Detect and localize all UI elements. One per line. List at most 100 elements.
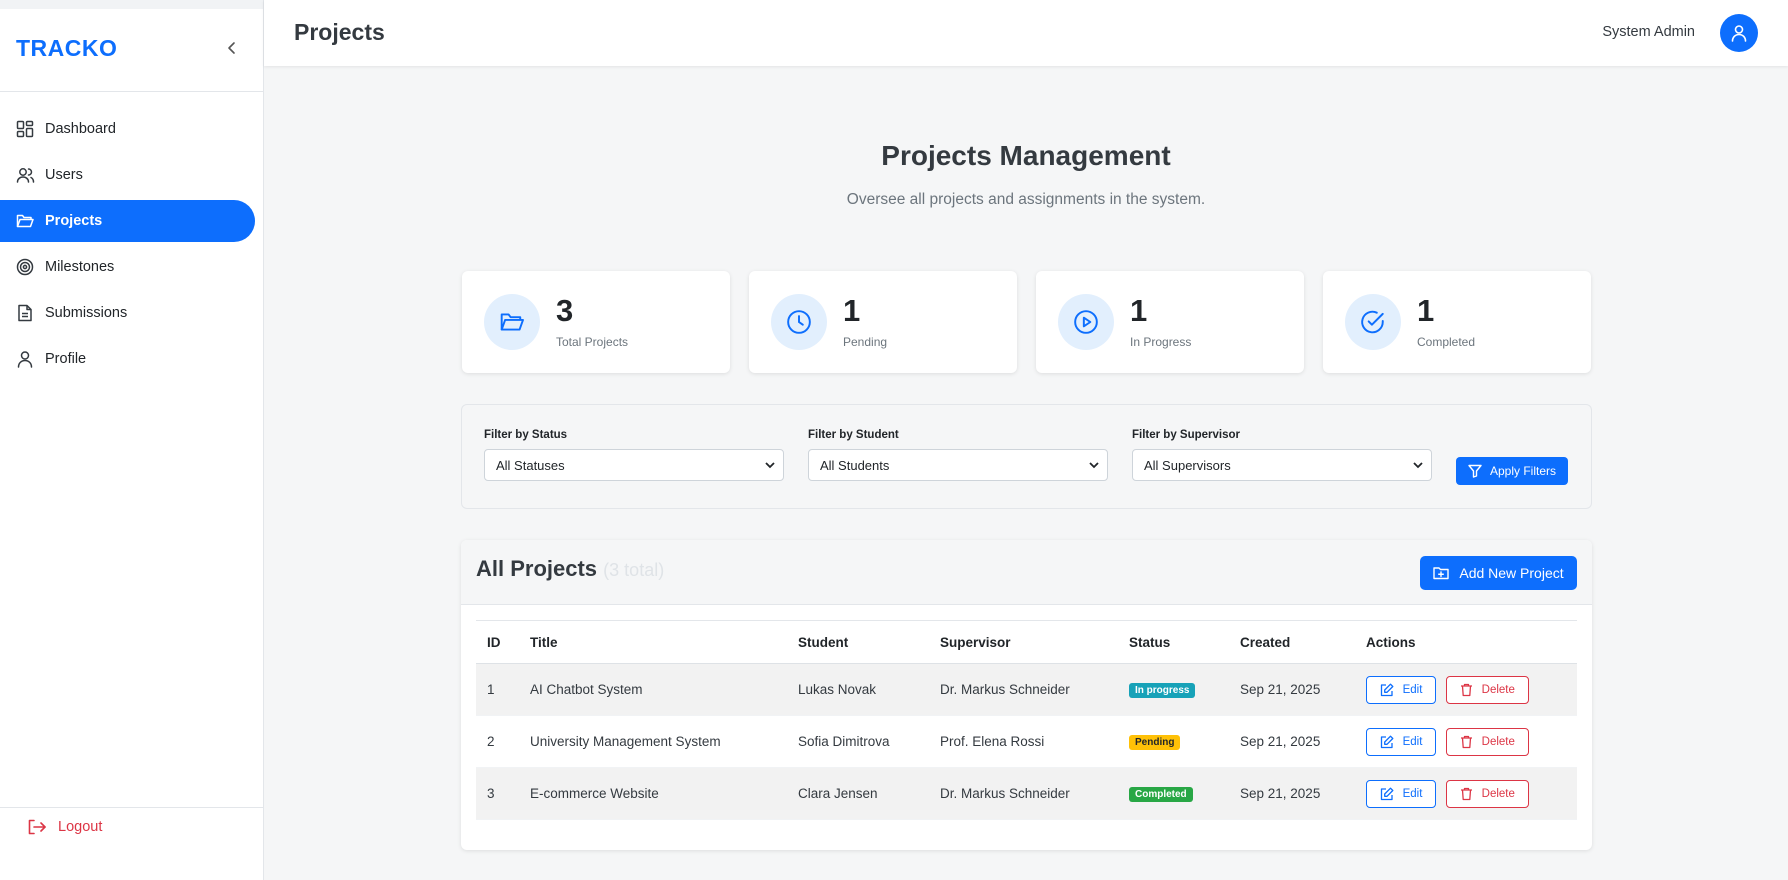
logout-button[interactable]: Logout	[28, 819, 102, 835]
edit-icon	[1380, 683, 1394, 697]
trash-icon	[1460, 683, 1473, 697]
sidebar-item-dashboard[interactable]: Dashboard	[0, 108, 255, 150]
edit-icon	[1380, 735, 1394, 749]
cell-actions: Edit Delete	[1355, 715, 1577, 768]
stat-label: Total Projects	[556, 335, 629, 349]
filter-supervisor-group: Filter by Supervisor All Supervisors	[1132, 429, 1432, 481]
file-icon	[15, 303, 35, 323]
dashboard-icon	[15, 119, 35, 139]
sidebar-top-strip	[0, 0, 263, 9]
table-row: 3 E-commerce Website Clara Jensen Dr. Ma…	[476, 767, 1577, 820]
trash-icon	[1460, 787, 1473, 801]
sidebar-item-projects[interactable]: Projects	[0, 200, 255, 242]
cell-actions: Edit Delete	[1355, 663, 1577, 716]
sidebar-item-milestones[interactable]: Milestones	[0, 246, 255, 288]
edit-label: Edit	[1402, 787, 1423, 800]
projects-table: ID Title Student Supervisor Status Creat…	[476, 620, 1577, 820]
avatar[interactable]	[1720, 14, 1758, 52]
filter-status-group: Filter by Status All Statuses	[484, 429, 784, 481]
stat-label: In Progress	[1130, 335, 1192, 349]
user-icon	[1731, 25, 1747, 42]
supervisor-select[interactable]: All Supervisors	[1132, 449, 1432, 481]
sidebar-item-users[interactable]: Users	[0, 154, 255, 196]
collapse-sidebar-button[interactable]	[222, 38, 242, 58]
users-icon	[15, 165, 35, 185]
chevron-left-icon	[228, 42, 235, 54]
column-header-actions: Actions	[1355, 620, 1577, 664]
status-badge: In progress	[1129, 683, 1196, 698]
sidebar-nav: Dashboard Users Projects Milestones Subm…	[0, 108, 263, 384]
filters-panel: Filter by Status All Statuses Filter by …	[461, 404, 1592, 509]
apply-filters-button[interactable]: Apply Filters	[1456, 457, 1568, 485]
add-new-project-label: Add New Project	[1459, 565, 1564, 581]
edit-label: Edit	[1402, 735, 1423, 748]
projects-count: (3 total)	[603, 560, 665, 580]
logout-icon	[28, 819, 46, 835]
cell-title: AI Chatbot System	[519, 663, 787, 716]
filter-student-group: Filter by Student All Students	[808, 429, 1108, 481]
apply-filters-label: Apply Filters	[1489, 464, 1557, 478]
column-header-title[interactable]: Title	[519, 620, 787, 664]
sidebar: TRACKO Dashboard Users Projects Mileston…	[0, 0, 264, 880]
student-select[interactable]: All Students	[808, 449, 1108, 481]
projects-title-text: All Projects	[476, 556, 598, 581]
folder-icon	[15, 211, 35, 231]
edit-icon	[1380, 787, 1394, 801]
table-row: 2 University Management System Sofia Dim…	[476, 715, 1577, 768]
status-badge: Pending	[1129, 735, 1181, 750]
add-new-project-button[interactable]: Add New Project	[1420, 556, 1577, 590]
stat-value: 1	[1417, 293, 1435, 328]
sidebar-item-label: Profile	[45, 351, 87, 367]
edit-button[interactable]: Edit	[1366, 727, 1436, 756]
cell-actions: Edit Delete	[1355, 767, 1577, 820]
edit-button[interactable]: Edit	[1366, 779, 1436, 808]
trash-icon	[1460, 735, 1473, 749]
cell-status: Pending	[1118, 715, 1229, 768]
filter-status-label: Filter by Status	[484, 429, 568, 441]
column-header-student[interactable]: Student	[787, 620, 929, 664]
delete-button[interactable]: Delete	[1445, 779, 1529, 808]
cell-student: Lukas Novak	[787, 663, 929, 716]
status-select-value: All Statuses	[496, 457, 565, 473]
user-icon	[15, 349, 35, 369]
sidebar-item-label: Projects	[45, 213, 103, 229]
delete-button[interactable]: Delete	[1445, 727, 1529, 756]
delete-button[interactable]: Delete	[1445, 675, 1529, 704]
projects-title: All Projects (3 total)	[476, 556, 664, 582]
status-select[interactable]: All Statuses	[484, 449, 784, 481]
folder-plus-icon	[1433, 566, 1450, 580]
filter-supervisor-label: Filter by Supervisor	[1132, 429, 1241, 441]
cell-id: 1	[476, 663, 519, 716]
sidebar-item-label: Submissions	[45, 305, 128, 321]
main-subheading: Oversee all projects and assignments in …	[846, 191, 1206, 208]
cell-created: Sep 21, 2025	[1229, 767, 1355, 820]
column-header-id[interactable]: ID	[476, 620, 519, 664]
check-circle-icon	[1345, 294, 1401, 350]
column-header-status[interactable]: Status	[1118, 620, 1229, 664]
edit-button[interactable]: Edit	[1366, 675, 1436, 704]
divider	[0, 807, 263, 808]
student-select-value: All Students	[820, 457, 890, 473]
column-header-supervisor[interactable]: Supervisor	[929, 620, 1118, 664]
topbar: Projects System Admin	[264, 0, 1788, 66]
sidebar-item-profile[interactable]: Profile	[0, 338, 255, 380]
main-heading: Projects Management	[881, 140, 1171, 171]
clock-icon	[771, 294, 827, 350]
stat-value: 1	[843, 293, 861, 328]
sidebar-item-submissions[interactable]: Submissions	[0, 292, 255, 334]
brand-logo[interactable]: TRACKO	[16, 35, 117, 62]
filter-icon	[1468, 464, 1482, 478]
logout-label: Logout	[58, 819, 103, 835]
sidebar-item-label: Milestones	[45, 259, 115, 275]
column-header-created[interactable]: Created	[1229, 620, 1355, 664]
folder-icon	[484, 294, 540, 350]
projects-card-header: All Projects (3 total) Add New Project	[461, 540, 1592, 605]
cell-status: In progress	[1118, 663, 1229, 716]
delete-label: Delete	[1481, 735, 1515, 748]
cell-supervisor: Dr. Markus Schneider	[929, 663, 1118, 716]
stat-card-in-progress: 1 In Progress	[1036, 271, 1304, 373]
cell-status: Completed	[1118, 767, 1229, 820]
cell-student: Clara Jensen	[787, 767, 929, 820]
stat-card-completed: 1 Completed	[1323, 271, 1591, 373]
user-name[interactable]: System Admin	[1602, 24, 1695, 40]
